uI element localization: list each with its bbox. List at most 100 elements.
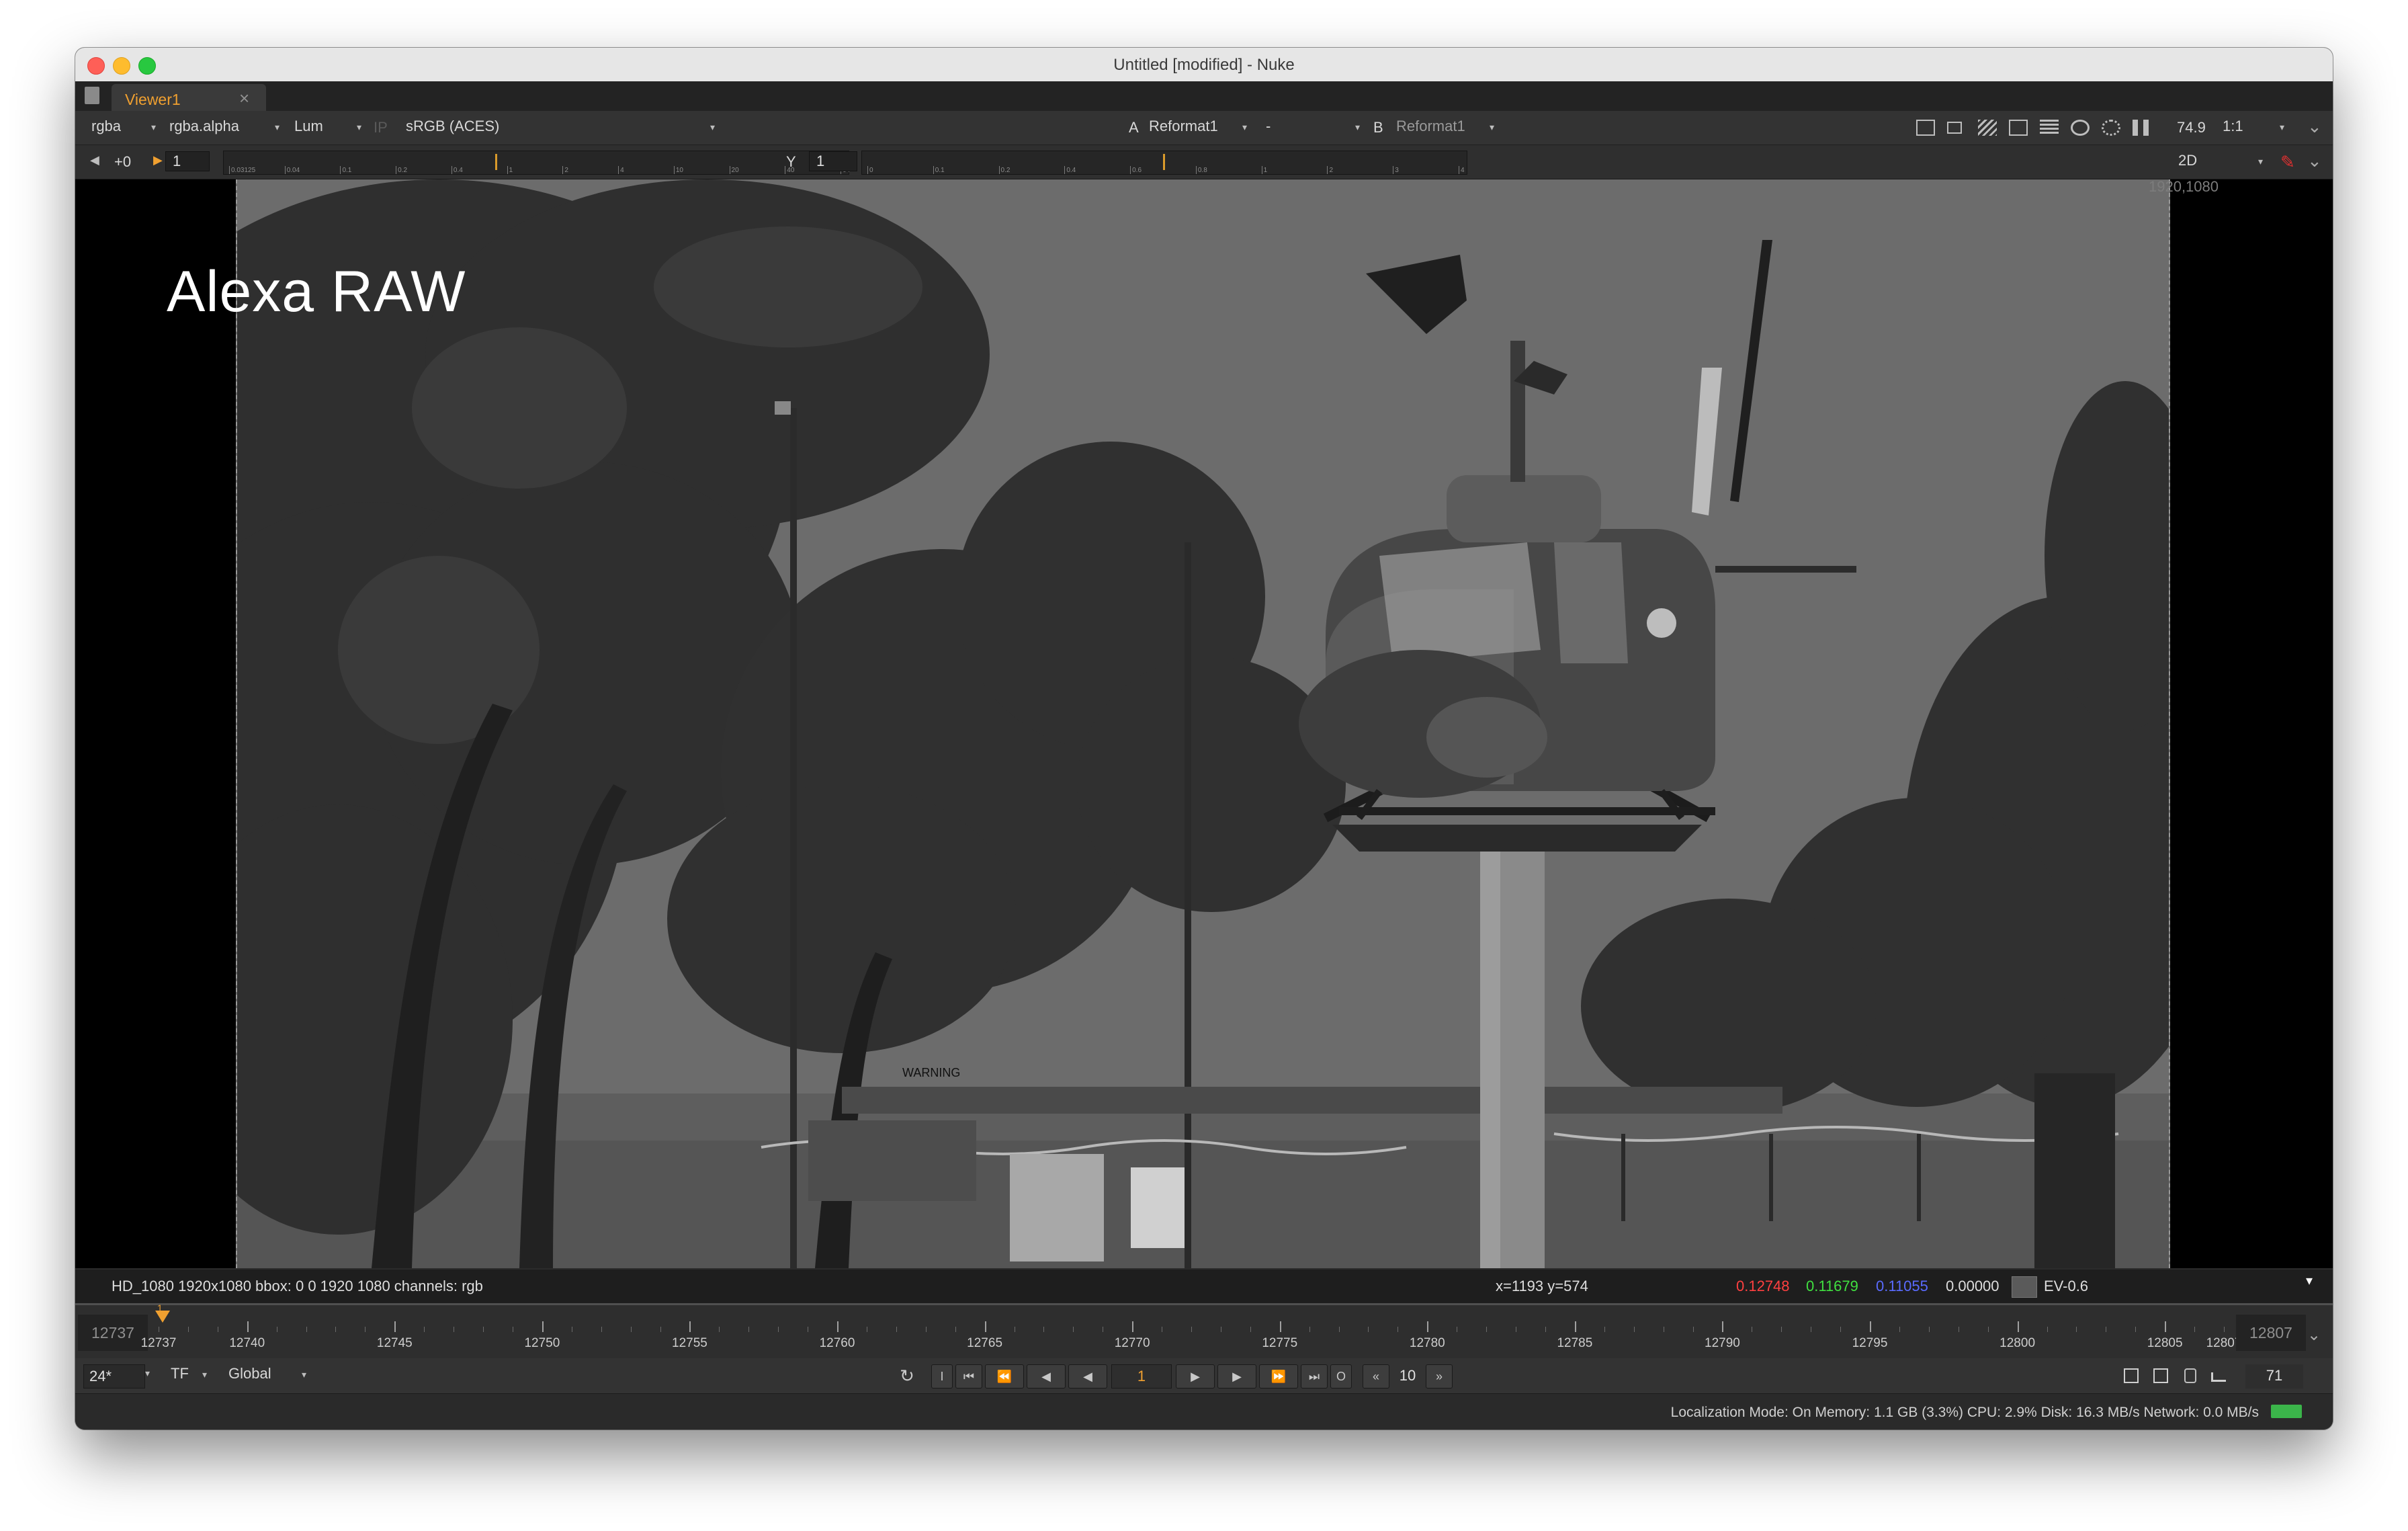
viewer-canvas[interactable]: WARNING Alexa RAW 1920,1080 bbox=[75, 179, 2333, 1268]
gain-decrease-icon[interactable]: ◀ bbox=[90, 153, 99, 167]
pixel-blue-value: 0.11055 bbox=[1876, 1278, 1928, 1294]
frame-count-field[interactable]: 71 bbox=[2245, 1364, 2303, 1389]
range-scope-dropdown[interactable]: Global ▾ bbox=[228, 1365, 306, 1385]
pane-menu-icon[interactable] bbox=[85, 87, 99, 104]
timeline-tick bbox=[1987, 1327, 1989, 1332]
timeline-tick bbox=[394, 1321, 396, 1332]
play-backward-button[interactable]: ◀ bbox=[1068, 1364, 1107, 1389]
proxy-dropdown[interactable]: 1:1 ▾ bbox=[2223, 118, 2284, 138]
channels-dropdown[interactable]: rgba ▾ bbox=[91, 118, 156, 138]
warning-sign-text: WARNING bbox=[902, 1066, 960, 1079]
gamma-slider-handle[interactable] bbox=[1163, 154, 1165, 170]
chevron-down-icon[interactable]: ▾ bbox=[145, 1368, 150, 1379]
timeline-tick bbox=[2076, 1327, 2077, 1332]
timeline-start-frame[interactable]: 12737 bbox=[78, 1315, 148, 1351]
last-frame-button[interactable]: ⏭ bbox=[1301, 1364, 1328, 1389]
zoom-value[interactable]: 74.9 bbox=[2177, 119, 2206, 136]
time-format-dropdown[interactable]: TF ▾ bbox=[171, 1365, 207, 1385]
view-mode-dropdown[interactable]: 2D ▾ bbox=[2178, 152, 2263, 172]
prev-keyframe-button[interactable]: ⏪ bbox=[985, 1364, 1024, 1389]
chevron-down-icon: ▾ bbox=[301, 1369, 306, 1380]
zebra-stripes-icon[interactable] bbox=[1978, 120, 1997, 136]
clip-warning-icon[interactable] bbox=[1947, 122, 1962, 134]
flipbook-icon[interactable] bbox=[2119, 1364, 2143, 1389]
pause-icon[interactable] bbox=[2133, 120, 2149, 136]
chevron-down-icon: ▾ bbox=[1489, 122, 1494, 132]
timeline-end-frame[interactable]: 12807 bbox=[2236, 1315, 2306, 1351]
gamma-input[interactable]: 1 bbox=[809, 151, 857, 171]
timeline-tick bbox=[335, 1327, 337, 1332]
record-icon[interactable] bbox=[2149, 1364, 2173, 1389]
overlay-icon[interactable] bbox=[2009, 120, 2028, 136]
skip-forward-button[interactable]: » bbox=[1426, 1364, 1453, 1389]
range-scope-value: Global bbox=[228, 1365, 271, 1382]
ruler-tick bbox=[1130, 166, 1131, 174]
a-input-dropdown[interactable]: Reformat1 ▾ bbox=[1149, 118, 1247, 138]
ruler-tick-label: 10 bbox=[675, 167, 683, 174]
timeline-tick bbox=[1899, 1327, 1900, 1332]
roi-icon[interactable] bbox=[1916, 120, 1935, 136]
compare-operation-dropdown[interactable]: - ▾ bbox=[1266, 118, 1360, 138]
display-mode-dropdown[interactable]: Lum ▾ bbox=[294, 118, 361, 138]
cursor-coords: x=1193 y=574 bbox=[1496, 1278, 1588, 1294]
collapse-row-icon[interactable]: ⌄ bbox=[2307, 151, 2322, 171]
timeline-tick-label: 12800 bbox=[2000, 1336, 2036, 1350]
timeline-tick bbox=[1545, 1327, 1546, 1332]
exposure-value: EV-0.6 bbox=[2044, 1278, 2089, 1294]
close-tab-icon[interactable]: × bbox=[239, 88, 249, 109]
set-in-point-button[interactable]: I bbox=[931, 1364, 953, 1389]
colorspace-dropdown[interactable]: sRGB (ACES) ▾ bbox=[406, 118, 715, 138]
timeline-tick bbox=[1928, 1327, 1930, 1332]
prev-frame-button[interactable]: ◀ bbox=[1027, 1364, 1066, 1389]
collapse-toolbar-icon[interactable]: ⌄ bbox=[2307, 116, 2322, 137]
gain-slider-handle[interactable] bbox=[495, 154, 497, 170]
timeline-tick bbox=[689, 1321, 691, 1332]
proxy-value: 1:1 bbox=[2223, 118, 2243, 134]
alpha-channel-dropdown[interactable]: rgba.alpha ▾ bbox=[169, 118, 280, 138]
info-menu-icon[interactable]: ▾ bbox=[2306, 1272, 2313, 1289]
gain-input[interactable]: 1 bbox=[165, 151, 210, 171]
set-out-point-button[interactable]: O bbox=[1330, 1364, 1352, 1389]
ruler-tick-label: 1 bbox=[509, 167, 513, 174]
render-icon[interactable] bbox=[2206, 1364, 2231, 1389]
next-keyframe-button[interactable]: ⏩ bbox=[1259, 1364, 1298, 1389]
next-frame-button[interactable]: ▶ bbox=[1217, 1364, 1256, 1389]
b-input-dropdown[interactable]: Reformat1 ▾ bbox=[1396, 118, 1494, 138]
collapse-timeline-icon[interactable]: ⌄ bbox=[2307, 1325, 2321, 1345]
play-forward-button[interactable]: ▶ bbox=[1176, 1364, 1215, 1389]
gain-increase-icon[interactable]: ▶ bbox=[153, 153, 163, 167]
increment-field[interactable]: 10 bbox=[1391, 1364, 1424, 1389]
tab-viewer1[interactable]: Viewer1 × bbox=[112, 84, 266, 111]
loop-mode-icon[interactable]: ↻ bbox=[894, 1364, 920, 1389]
ruler-tick-label: 0 bbox=[869, 167, 873, 174]
gamma-slider[interactable]: 0 0.1 0.2 0.4 0.6 0.8 1 2 3 4 bbox=[861, 151, 1467, 175]
settings-gear-icon[interactable] bbox=[2102, 120, 2120, 136]
current-frame-field[interactable]: 1 bbox=[1111, 1364, 1172, 1389]
timeline-tick bbox=[748, 1327, 750, 1332]
timeline-tick bbox=[1840, 1327, 1842, 1332]
timeline-tick bbox=[1191, 1327, 1192, 1332]
channel-list-icon[interactable] bbox=[2040, 120, 2059, 136]
a-input-value: Reformat1 bbox=[1149, 118, 1218, 134]
lock-icon[interactable] bbox=[2178, 1364, 2202, 1389]
chevron-down-icon: ▾ bbox=[1354, 122, 1360, 132]
fps-field[interactable]: 24* bbox=[83, 1364, 145, 1389]
timeline-tick-label: 12780 bbox=[1409, 1336, 1445, 1350]
timeline-tick-label: 12750 bbox=[524, 1336, 560, 1350]
timeline-tick bbox=[247, 1321, 249, 1332]
ruler-tick-label: 1 bbox=[1263, 167, 1268, 174]
timeline-scale[interactable]: 12737 12740 12745 12750 12755 12760 12765 12770… bbox=[141, 1312, 2241, 1355]
timeline[interactable]: 12737 12737 12740 12745 12750 12755 12760 1276… bbox=[75, 1302, 2333, 1360]
gain-slider[interactable]: 0.031250.040.10.20.412410204064 bbox=[223, 151, 850, 175]
gain-offset-value[interactable]: +0 bbox=[114, 153, 131, 171]
paint-brush-icon[interactable]: ✎ bbox=[2280, 152, 2295, 173]
refresh-icon[interactable] bbox=[2071, 120, 2090, 136]
info-bar: HD_1080 1920x1080 bbox: 0 0 1920 1080 ch… bbox=[75, 1270, 2333, 1303]
first-frame-button[interactable]: ⏮ bbox=[955, 1364, 982, 1389]
input-process-toggle[interactable]: IP bbox=[374, 119, 388, 136]
timeline-tick bbox=[660, 1327, 661, 1332]
ruler-tick bbox=[673, 166, 675, 174]
skip-back-button[interactable]: « bbox=[1363, 1364, 1389, 1389]
ruler-tick bbox=[507, 166, 508, 174]
chevron-down-icon: ▾ bbox=[2279, 122, 2284, 132]
